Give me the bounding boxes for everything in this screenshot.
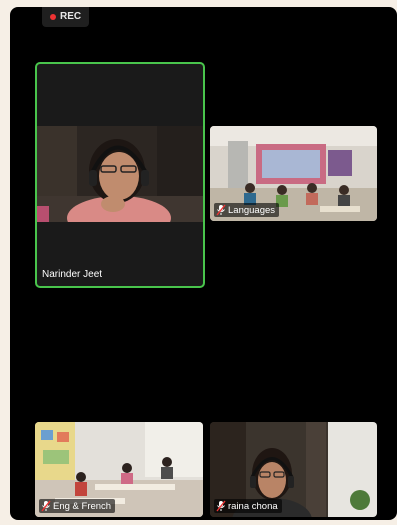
participant-name: raina chona xyxy=(228,500,278,512)
participant-name-tag: raina chona xyxy=(214,499,282,513)
participant-tile-eng-french[interactable]: Eng & French xyxy=(35,422,203,517)
mic-muted-icon xyxy=(41,500,51,512)
participant-tile-languages[interactable]: Languages xyxy=(210,126,377,221)
recording-label: REC xyxy=(60,11,82,22)
participant-name: Languages xyxy=(228,204,276,216)
recording-indicator: REC xyxy=(42,7,90,27)
mic-muted-icon xyxy=(216,204,226,216)
participant-name-tag: Languages xyxy=(214,203,280,217)
record-dot-icon xyxy=(50,14,56,20)
participant-video xyxy=(37,126,203,222)
participant-tile-raina-chona[interactable]: raina chona xyxy=(210,422,377,517)
meeting-window: REC Narinder Jeet Languages Eng & French… xyxy=(10,7,397,520)
participant-name: Narinder Jeet xyxy=(42,269,103,280)
participant-name: Eng & French xyxy=(53,500,112,512)
participant-tile-narinder-jeet[interactable]: Narinder Jeet xyxy=(35,62,205,288)
mic-muted-icon xyxy=(216,500,226,512)
participant-name-tag: Eng & French xyxy=(39,499,116,513)
